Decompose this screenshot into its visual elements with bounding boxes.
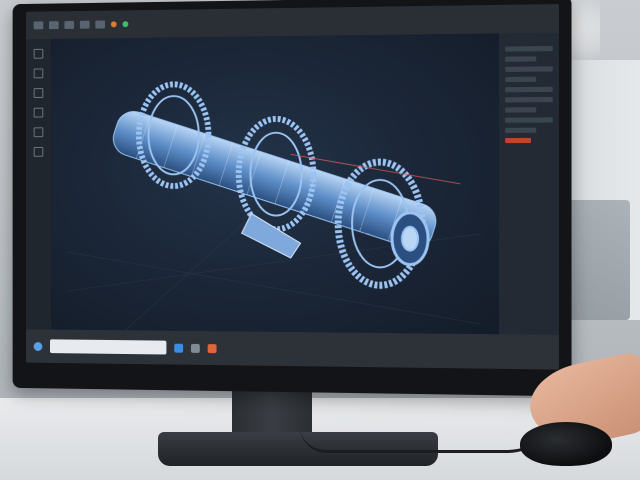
shaft-assembly-model xyxy=(51,33,499,334)
property-row[interactable] xyxy=(505,56,537,62)
green-status-icon[interactable] xyxy=(122,21,129,28)
orange-status-icon[interactable] xyxy=(110,21,117,28)
tool-icon[interactable] xyxy=(33,21,44,30)
bracket xyxy=(241,213,301,259)
computer-mouse xyxy=(520,422,612,466)
tool-icon[interactable] xyxy=(95,20,106,29)
property-row[interactable] xyxy=(505,107,537,113)
properties-panel xyxy=(498,32,560,335)
property-row[interactable] xyxy=(505,96,553,103)
monitor-screen xyxy=(26,4,560,370)
property-row[interactable] xyxy=(505,76,537,83)
tool-icon[interactable] xyxy=(33,127,44,138)
property-row[interactable] xyxy=(505,127,537,133)
cad-viewport[interactable] xyxy=(50,33,499,335)
property-row[interactable] xyxy=(505,66,553,72)
property-row[interactable] xyxy=(505,45,553,52)
property-row-highlight[interactable] xyxy=(505,137,531,144)
app-icon[interactable] xyxy=(207,343,217,353)
tool-icon[interactable] xyxy=(33,107,44,118)
tool-icon[interactable] xyxy=(49,21,59,30)
property-row[interactable] xyxy=(505,86,553,93)
tool-icon[interactable] xyxy=(33,88,44,98)
tool-icon[interactable] xyxy=(33,68,44,79)
tool-icon[interactable] xyxy=(33,146,44,157)
tool-icon[interactable] xyxy=(79,20,90,29)
cad-left-toolbar xyxy=(26,38,51,330)
property-row[interactable] xyxy=(505,117,553,123)
app-icon[interactable] xyxy=(174,343,184,353)
app-icon[interactable] xyxy=(190,343,200,353)
taskbar-search-input[interactable] xyxy=(49,339,167,355)
search-icon[interactable] xyxy=(33,341,43,351)
tool-icon[interactable] xyxy=(33,48,44,59)
taskbar xyxy=(26,329,560,370)
monitor xyxy=(12,0,572,397)
tool-icon[interactable] xyxy=(64,20,75,29)
